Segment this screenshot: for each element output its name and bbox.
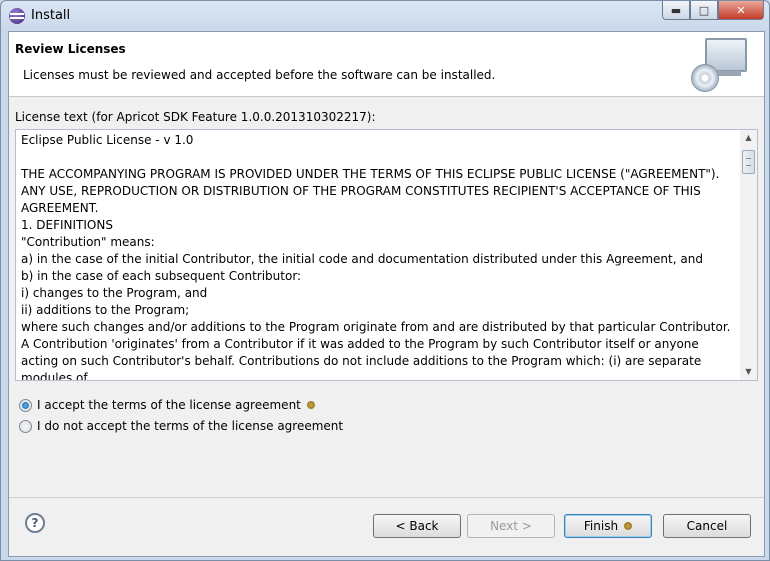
scroll-up-icon[interactable]: ▲ xyxy=(740,130,757,146)
monitor-stand xyxy=(715,71,741,76)
page-description: Licenses must be reviewed and accepted b… xyxy=(23,68,496,82)
focus-indicator-icon xyxy=(306,401,315,409)
page-title: Review Licenses xyxy=(15,42,126,56)
window-controls: ▬ □ ✕ xyxy=(662,1,764,21)
maximize-icon[interactable]: □ xyxy=(690,1,718,20)
accept-label: I accept the terms of the license agreem… xyxy=(37,398,301,412)
wizard-header: Review Licenses Licenses must be reviewe… xyxy=(9,32,764,97)
install-window: Install ▬ □ ✕ Review Licenses Licenses m… xyxy=(0,0,770,561)
close-icon[interactable]: ✕ xyxy=(718,1,764,20)
cancel-button[interactable]: Cancel xyxy=(663,514,751,538)
license-text-label: License text (for Apricot SDK Feature 1.… xyxy=(15,110,376,124)
button-bar-separator xyxy=(9,497,764,498)
finish-button[interactable]: Finish xyxy=(564,514,652,538)
minimize-icon[interactable]: ▬ xyxy=(662,1,690,20)
window-title: Install xyxy=(31,8,71,23)
license-scrollbar[interactable]: ▲ ▼ xyxy=(740,130,757,380)
next-button[interactable]: Next > xyxy=(467,514,555,538)
accept-option[interactable]: I accept the terms of the license agreem… xyxy=(19,398,315,412)
install-monitor-cd-icon xyxy=(691,36,749,92)
dialog-client: Review Licenses Licenses must be reviewe… xyxy=(8,31,765,557)
title-bar[interactable]: Install ▬ □ ✕ xyxy=(1,1,769,31)
help-icon[interactable]: ? xyxy=(25,513,45,533)
accept-radio[interactable] xyxy=(19,398,32,412)
license-text-area[interactable]: Eclipse Public License - v 1.0 THE ACCOM… xyxy=(15,129,758,381)
finish-label: Finish xyxy=(583,519,619,533)
cd-icon xyxy=(691,64,719,92)
scroll-thumb[interactable] xyxy=(742,150,755,174)
license-text: Eclipse Public License - v 1.0 THE ACCOM… xyxy=(21,133,731,381)
scroll-down-icon[interactable]: ▼ xyxy=(740,364,757,380)
decline-option[interactable]: I do not accept the terms of the license… xyxy=(19,419,343,433)
eclipse-app-icon xyxy=(9,8,25,24)
decline-radio[interactable] xyxy=(19,419,32,433)
finish-focus-icon xyxy=(624,522,633,530)
back-button[interactable]: < Back xyxy=(373,514,461,538)
decline-label: I do not accept the terms of the license… xyxy=(37,419,344,433)
